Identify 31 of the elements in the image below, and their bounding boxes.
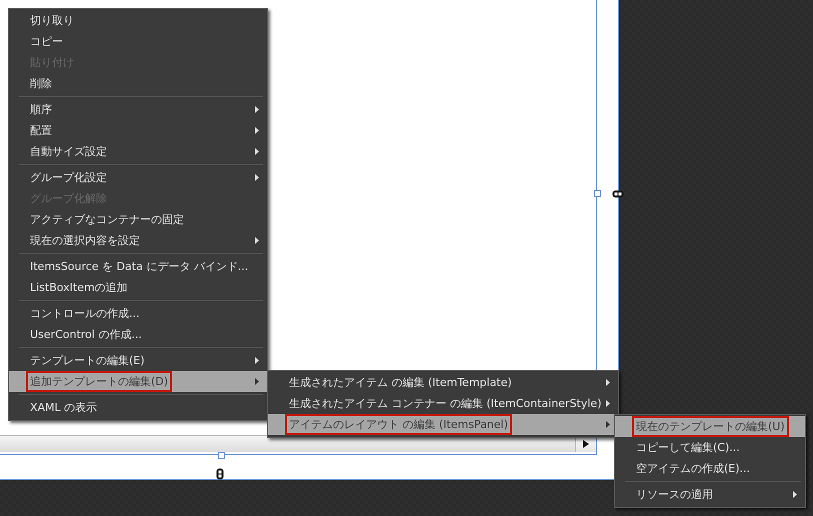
menu-item[interactable]: コントロールの作成... — [9, 303, 267, 324]
menu-item[interactable]: ListBoxItemの追加 — [9, 277, 267, 298]
menu-item[interactable]: 切り取り — [9, 10, 267, 31]
menu-item[interactable]: 空アイテムの作成(E)... — [615, 458, 805, 479]
resize-handle[interactable] — [218, 452, 225, 459]
menu-item[interactable]: 生成されたアイテム コンテナー の編集 (ItemContainerStyle) — [268, 393, 618, 414]
menu-item[interactable]: コピー — [9, 31, 267, 52]
menu-item[interactable]: 生成されたアイテム の編集 (ItemTemplate) — [268, 372, 618, 393]
menu-item[interactable]: ItemsSource を Data にデータ バインド... — [9, 256, 267, 277]
menu-item[interactable]: 現在の選択内容を設定 — [9, 230, 267, 251]
menu-item[interactable]: テンプレートの編集(E) — [9, 350, 267, 371]
menu-item[interactable]: グループ化設定 — [9, 167, 267, 188]
highlight-outline: 現在のテンプレートの編集(U) — [632, 416, 789, 437]
menu-item[interactable]: XAML の表示 — [9, 397, 267, 418]
menu-item[interactable]: コピーして編集(C)... — [615, 437, 805, 458]
menu-item[interactable]: 削除 — [9, 73, 267, 94]
menu-item[interactable]: リソースの適用 — [615, 484, 805, 505]
menu-item[interactable]: 配置 — [9, 120, 267, 141]
menu-item[interactable]: UserControl の作成... — [9, 324, 267, 345]
menu-item[interactable]: 順序 — [9, 99, 267, 120]
menu-item[interactable]: 現在のテンプレートの編集(U) — [615, 416, 805, 437]
link-icon[interactable] — [216, 468, 224, 480]
highlight-outline: アイテムのレイアウト の編集 (ItemsPanel) — [285, 414, 512, 435]
resize-handle[interactable] — [594, 190, 601, 197]
menu-item[interactable]: 自動サイズ設定 — [9, 141, 267, 162]
menu-item[interactable]: 追加テンプレートの編集(D) — [9, 371, 267, 392]
horizontal-scrollbar[interactable] — [0, 435, 596, 452]
highlight-outline: 追加テンプレートの編集(D) — [26, 371, 172, 392]
right-arrow-icon — [583, 440, 589, 448]
menu-item[interactable]: アクティブなコンテナーの固定 — [9, 209, 267, 230]
link-icon[interactable] — [612, 190, 624, 198]
